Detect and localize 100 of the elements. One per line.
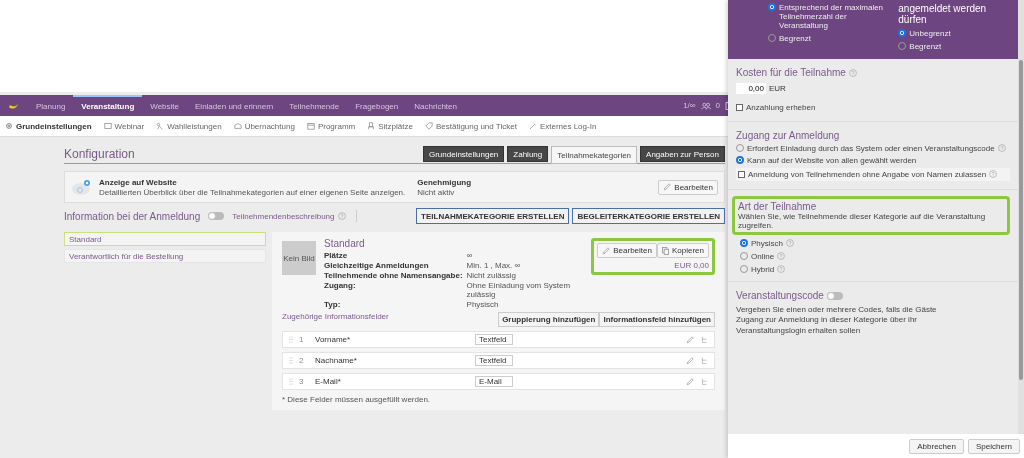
nav-tab[interactable]: Fragebogen — [347, 95, 407, 116]
edit-button[interactable]: Bearbeiten — [658, 179, 718, 195]
dialog-button[interactable]: Abbrechen — [909, 438, 964, 454]
checkbox[interactable] — [736, 104, 743, 111]
pencil-icon[interactable] — [663, 183, 672, 191]
placeholder-text: Kein Bild — [283, 253, 315, 263]
hierarchy-icon[interactable] — [700, 335, 708, 344]
option-label: Begrenzt — [909, 42, 942, 51]
hierarchy-icon[interactable] — [700, 356, 708, 365]
scrollbar[interactable] — [1018, 0, 1024, 434]
settings-tab[interactable]: Angaben zur Person — [640, 146, 725, 162]
sub-nav-item[interactable]: Grundeinstellungen — [5, 121, 92, 131]
add-button[interactable]: Informationsfeld hinzufügen — [599, 312, 715, 327]
field-number: 2 — [298, 356, 305, 365]
option-label: Physisch — [751, 239, 783, 248]
help-icon[interactable] — [997, 144, 1006, 152]
toggle-label: Teilnehmendenbeschreibung — [232, 211, 335, 221]
radio-button[interactable] — [740, 239, 748, 247]
field-type: E-Mail — [475, 376, 513, 387]
toggle-switch[interactable] — [826, 291, 843, 300]
property-value: Nicht zulässig — [466, 271, 517, 280]
nav-tab[interactable]: Website — [142, 95, 188, 116]
radio-button[interactable] — [898, 29, 907, 37]
help-icon[interactable] — [848, 68, 857, 77]
pencil-icon[interactable] — [686, 356, 694, 365]
edit-button[interactable]: Bearbeiten — [597, 243, 657, 258]
pencil-icon[interactable] — [686, 335, 694, 344]
field-name: Vorname* — [315, 335, 352, 344]
help-icon[interactable] — [786, 239, 794, 247]
field-type: Textfeld — [475, 355, 513, 366]
page-title: Konfiguration — [64, 147, 135, 163]
section-title: Information bei der Anmeldung — [64, 210, 201, 222]
toggle-switch[interactable] — [208, 212, 225, 220]
sub-nav-item[interactable]: Externes Log-In — [528, 121, 597, 131]
section-description: Wählen Sie, wie Teilnehmende dieser Kategorie auf die Veranstaltung zugreifen. — [738, 212, 987, 230]
copy-button[interactable]: Kopieren — [656, 243, 709, 258]
screen-icon — [103, 122, 112, 130]
tag-icon — [424, 122, 433, 130]
section-title: Kosten für die Teilnahme — [736, 67, 846, 78]
footnote: * Diese Felder müssen ausgefüllt werden. — [282, 395, 432, 404]
checkbox-label: Anzahlung erheben — [746, 103, 816, 112]
sub-nav-item[interactable]: Wahlleistungen — [156, 121, 222, 131]
settings-tab[interactable]: Teilnahmekategorien — [551, 146, 638, 164]
checkbox-label: Anmeldung von Teilnehmenden ohne Angabe von Namen zulassen — [748, 170, 987, 179]
add-button[interactable]: Gruppierung hinzufügen — [498, 312, 600, 327]
sub-nav-item[interactable]: Sitzplätze — [367, 121, 413, 131]
price: EUR 0,00 — [673, 261, 709, 270]
section-title: Zugang zur Anmeldung — [736, 130, 841, 141]
field-number: 1 — [298, 335, 305, 344]
property-value: Min. 1 , Max. ∞ — [466, 261, 522, 270]
category-item[interactable]: Verantwortlich für die Bestellung — [64, 249, 266, 263]
field-number: 3 — [298, 377, 305, 386]
sub-nav-item[interactable]: Bestätigung und Ticket — [424, 121, 517, 131]
field-name: Nachname* — [315, 356, 358, 365]
section-title: Art der Teilnahme — [738, 201, 818, 212]
help-icon[interactable] — [337, 212, 346, 220]
pencil-icon[interactable] — [686, 377, 694, 386]
property-value: Physisch — [466, 300, 500, 309]
category-title: Standard — [324, 238, 366, 249]
dialog-button[interactable]: Speichern — [967, 438, 1020, 454]
nav-tab[interactable]: Einladen und erinnern — [187, 95, 282, 116]
create-category-button[interactable]: TEILNAHMEKATEGORIE ERSTELLEN — [416, 208, 570, 224]
task-count: 0 — [715, 101, 720, 110]
property-label: Typ: — [324, 300, 342, 309]
sub-nav-item[interactable]: Programm — [306, 121, 356, 131]
people-icon[interactable] — [700, 101, 711, 110]
sub-nav-item[interactable]: Webinar — [103, 121, 145, 131]
pencil-icon[interactable] — [602, 246, 611, 255]
option-label: Hybrid — [751, 265, 775, 274]
option-label: Begrenzt — [779, 34, 812, 43]
property-value: Ohne Einladung vom System zulässig — [466, 281, 572, 299]
hierarchy-icon[interactable] — [700, 377, 708, 386]
create-category-button[interactable]: BEGLEITERKATEGORIE ERSTELLEN — [572, 208, 725, 224]
category-item[interactable]: Standard — [64, 232, 266, 246]
cost-input[interactable]: 0,00 — [736, 83, 766, 94]
section-title: Veranstaltungscode — [736, 290, 824, 301]
radio-button[interactable] — [736, 156, 744, 164]
option-label: Erfordert Einladung durch das System oder einen Veranstaltungscode — [747, 144, 995, 153]
option-label: Unbegrenzt — [909, 29, 951, 38]
approval-value: Nicht aktiv — [417, 187, 456, 197]
nav-tab[interactable]: Nachrichten — [406, 95, 465, 116]
help-icon[interactable] — [777, 265, 786, 273]
property-label: Zugang: — [324, 281, 357, 292]
settings-tab[interactable]: Grundeinstellungen — [422, 146, 505, 162]
field-name: E-Mail* — [315, 377, 342, 386]
radio-button[interactable] — [768, 3, 776, 11]
nav-tab[interactable]: Planung — [28, 95, 74, 116]
participant-count: 1/∞ — [683, 101, 696, 110]
option-label: Online — [751, 252, 775, 261]
people-icon — [156, 122, 165, 130]
fields-title: Zugehörige Informationsfelder — [282, 312, 389, 321]
sub-nav-item[interactable]: Übernachtung — [233, 121, 295, 131]
help-icon[interactable] — [777, 252, 786, 260]
help-icon[interactable] — [989, 170, 998, 178]
checkbox[interactable] — [738, 171, 745, 178]
nav-tab[interactable]: Teilnehmende — [281, 95, 348, 116]
settings-tab[interactable]: Zahlung — [507, 146, 549, 162]
option-label: Entsprechend der maximalen Teilnehmerzahl der Veranstaltung — [779, 3, 885, 30]
property-label: Gleichzeitige Anmeldungen — [324, 261, 430, 270]
field-type: Textfeld — [475, 334, 513, 345]
